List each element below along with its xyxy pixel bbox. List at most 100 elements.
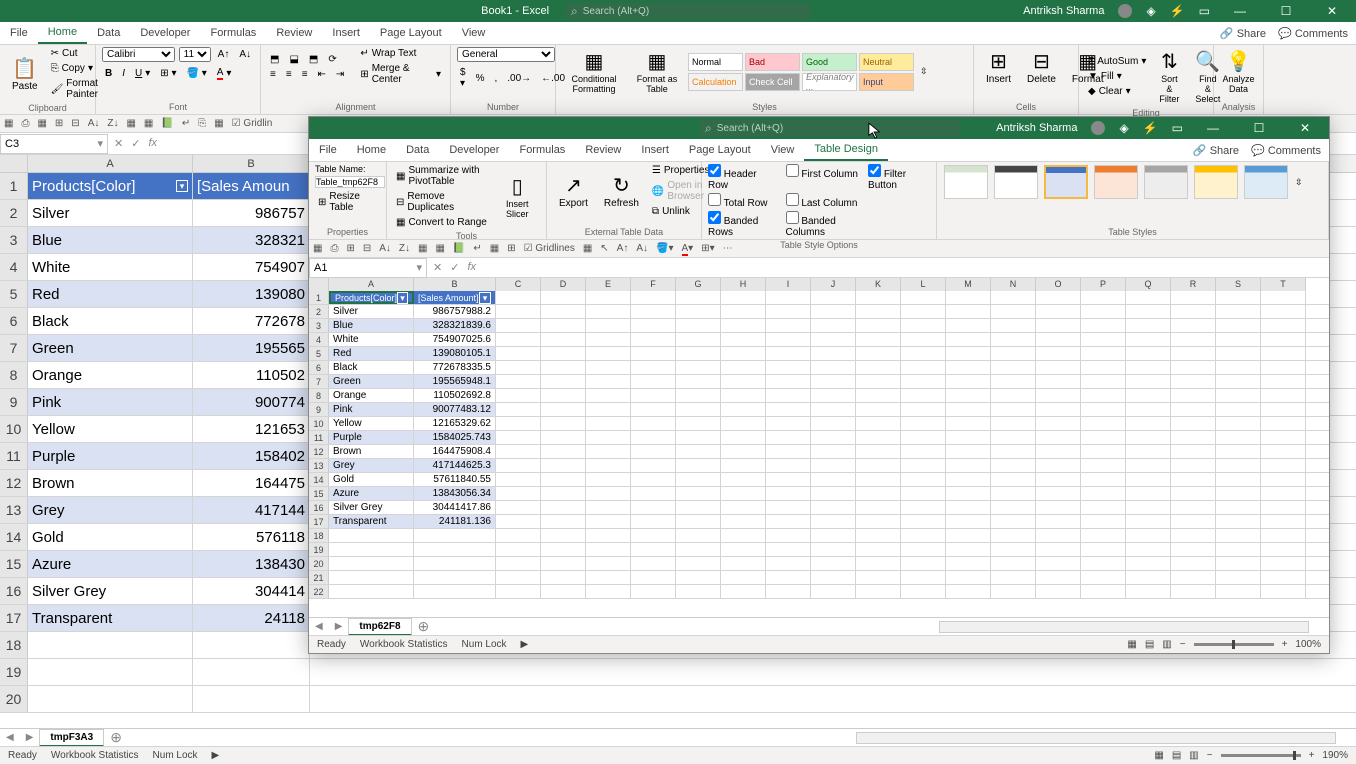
col-header[interactable]: C xyxy=(496,278,541,291)
table-cell[interactable]: 13843056.34 xyxy=(414,487,496,500)
table-cell[interactable]: Black xyxy=(329,361,414,374)
table-cell[interactable]: 195565 xyxy=(193,335,310,361)
filter-dropdown-icon[interactable]: ▾ xyxy=(479,292,491,304)
col-header[interactable]: J xyxy=(811,278,856,291)
empty-cell[interactable] xyxy=(496,361,541,374)
empty-cell[interactable] xyxy=(946,319,991,332)
table-name-input[interactable] xyxy=(315,176,385,188)
table-cell[interactable]: 158402 xyxy=(193,443,310,469)
tab-formulas[interactable]: Formulas xyxy=(200,23,266,43)
empty-cell[interactable] xyxy=(631,319,676,332)
table-cell[interactable]: Purple xyxy=(28,443,193,469)
empty-cell[interactable] xyxy=(946,375,991,388)
row-header[interactable]: 16 xyxy=(309,501,329,514)
row-header[interactable]: 22 xyxy=(309,585,329,598)
table-cell[interactable]: 164475 xyxy=(193,470,310,496)
table-cell[interactable]: 900774 xyxy=(193,389,310,415)
empty-cell[interactable] xyxy=(946,305,991,318)
empty-cell[interactable] xyxy=(496,445,541,458)
insert-slicer-button[interactable]: ▯Insert Slicer xyxy=(495,172,540,221)
empty-cell[interactable] xyxy=(1036,515,1081,528)
comma-button[interactable]: , xyxy=(491,72,500,85)
row-header[interactable]: 6 xyxy=(309,361,329,374)
empty-cell[interactable] xyxy=(1261,557,1306,570)
qa-icon[interactable]: ⎘ xyxy=(198,118,206,129)
empty-cell[interactable] xyxy=(1081,389,1126,402)
empty-cell[interactable] xyxy=(721,445,766,458)
empty-cell[interactable] xyxy=(631,389,676,402)
empty-cell[interactable] xyxy=(901,459,946,472)
empty-cell[interactable] xyxy=(946,417,991,430)
fx-icon[interactable]: fx xyxy=(467,261,476,274)
empty-cell[interactable] xyxy=(1081,333,1126,346)
cancel-formula-icon[interactable]: ✕ xyxy=(114,137,123,150)
empty-cell[interactable] xyxy=(901,501,946,514)
empty-cell[interactable] xyxy=(1261,445,1306,458)
tab-insert[interactable]: Insert xyxy=(322,23,370,43)
avatar[interactable] xyxy=(1091,121,1105,135)
empty-cell[interactable] xyxy=(496,333,541,346)
empty-cell[interactable] xyxy=(496,459,541,472)
enter-formula-icon[interactable]: ✓ xyxy=(131,137,140,150)
empty-cell[interactable] xyxy=(1036,459,1081,472)
empty-cell[interactable] xyxy=(1081,305,1126,318)
qa-icon[interactable]: A↑ xyxy=(617,243,629,254)
close-button[interactable]: ✕ xyxy=(1316,4,1348,18)
table-cell[interactable]: Silver xyxy=(329,305,414,318)
empty-cell[interactable] xyxy=(1081,557,1126,570)
empty-cell[interactable] xyxy=(901,543,946,556)
row-header[interactable]: 5 xyxy=(309,347,329,360)
empty-cell[interactable] xyxy=(811,529,856,542)
empty-cell[interactable] xyxy=(1036,473,1081,486)
empty-cell[interactable] xyxy=(1126,585,1171,598)
col-header[interactable]: M xyxy=(946,278,991,291)
table-cell[interactable]: 754907025.6 xyxy=(414,333,496,346)
empty-cell[interactable] xyxy=(631,515,676,528)
empty-cell[interactable] xyxy=(901,557,946,570)
empty-cell[interactable] xyxy=(901,333,946,346)
empty-cell[interactable] xyxy=(856,459,901,472)
table-cell[interactable]: 30441417.86 xyxy=(414,501,496,514)
empty-cell[interactable] xyxy=(586,305,631,318)
empty-cell[interactable] xyxy=(1081,585,1126,598)
empty-cell[interactable] xyxy=(1036,529,1081,542)
minimize-button[interactable]: — xyxy=(1224,4,1256,18)
row-header[interactable]: 11 xyxy=(0,443,28,469)
status-wbstats[interactable]: Workbook Statistics xyxy=(360,639,448,650)
number-format-select[interactable]: General xyxy=(457,47,555,62)
comments-button[interactable]: 💬 Comments xyxy=(1251,144,1321,157)
col-header[interactable]: L xyxy=(901,278,946,291)
empty-cell[interactable] xyxy=(676,403,721,416)
empty-cell[interactable] xyxy=(991,291,1036,304)
table-style-1[interactable] xyxy=(944,165,988,199)
view-pagebreak-icon[interactable]: ▥ xyxy=(1162,639,1171,650)
empty-cell[interactable] xyxy=(586,389,631,402)
empty-cell[interactable] xyxy=(1216,571,1261,584)
qa-icon[interactable]: ▦ xyxy=(214,118,223,129)
empty-cell[interactable] xyxy=(901,347,946,360)
sheet-nav-prev-icon[interactable]: ◀ xyxy=(309,621,329,632)
empty-cell[interactable] xyxy=(901,431,946,444)
empty-cell[interactable] xyxy=(1081,417,1126,430)
orientation-icon[interactable]: ⟳ xyxy=(325,53,339,66)
qa-icon[interactable]: ▦ xyxy=(144,118,153,129)
table-style-3-selected[interactable] xyxy=(1044,165,1088,199)
qa-icon[interactable]: ⊞ xyxy=(346,243,354,254)
col-header[interactable]: G xyxy=(676,278,721,291)
empty-cell[interactable] xyxy=(811,585,856,598)
row-header[interactable]: 21 xyxy=(309,571,329,584)
empty-cell[interactable] xyxy=(414,529,496,542)
analyze-data-button[interactable]: 💡Analyze Data xyxy=(1220,47,1257,96)
empty-cell[interactable] xyxy=(329,585,414,598)
empty-cell[interactable] xyxy=(946,487,991,500)
empty-cell[interactable] xyxy=(901,417,946,430)
export-button[interactable]: ↗Export xyxy=(553,171,594,211)
table-cell[interactable]: 138430 xyxy=(193,551,310,577)
row-header[interactable]: 1 xyxy=(309,291,329,304)
sheet-tab[interactable]: tmp62F8 xyxy=(348,618,411,636)
total-row-check[interactable]: Total Row xyxy=(708,193,776,209)
view-pagebreak-icon[interactable]: ▥ xyxy=(1189,750,1198,761)
empty-cell[interactable] xyxy=(586,501,631,514)
empty-cell[interactable] xyxy=(721,529,766,542)
empty-cell[interactable] xyxy=(631,305,676,318)
